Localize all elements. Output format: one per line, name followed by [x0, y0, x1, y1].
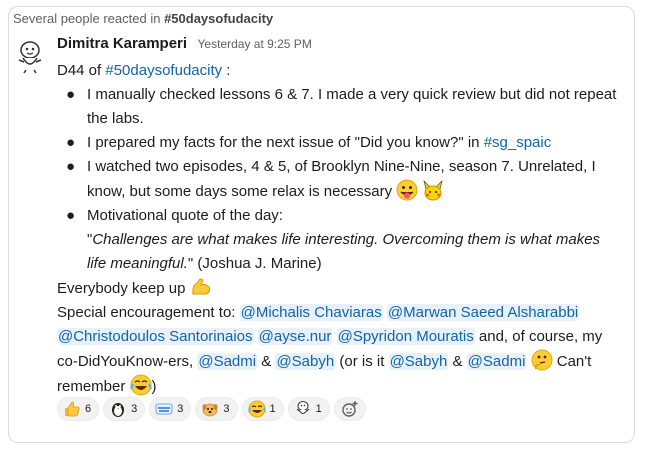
- context-channel-link[interactable]: #50daysofudacity: [164, 11, 273, 26]
- thinking-face-icon: [531, 349, 553, 371]
- bullet-dot: ●: [66, 134, 76, 151]
- avatar[interactable]: [15, 40, 45, 74]
- penguin-icon: [112, 403, 125, 417]
- reactions-bar: 6 3 3 3 1 1: [57, 397, 366, 421]
- dog-icon: [202, 403, 218, 417]
- context-prefix: Several people reacted in: [13, 11, 161, 26]
- mention-ayse[interactable]: @ayse.nur: [257, 328, 333, 345]
- mention-christodoulos[interactable]: @Christodoulos Santorinaios: [57, 328, 254, 345]
- bullet-dot: ●: [66, 207, 76, 224]
- mention-sabyh[interactable]: @Sabyh: [275, 353, 336, 370]
- add-reaction-button[interactable]: [333, 397, 366, 421]
- author-name[interactable]: Dimitra Karamperi: [57, 35, 187, 52]
- bullet-dot: ●: [66, 158, 76, 175]
- mention-michalis[interactable]: @Michalis Chaviaras: [239, 304, 383, 321]
- tongue-face-icon: [396, 179, 418, 201]
- reaction-thank-you[interactable]: 3: [149, 397, 192, 421]
- waving-figure-icon: [296, 401, 309, 414]
- flexed-biceps-icon: [191, 278, 210, 295]
- thank-you-icon: [155, 403, 173, 415]
- reaction-waving-figure[interactable]: 1: [287, 397, 330, 421]
- reaction-joy[interactable]: 1: [241, 397, 284, 421]
- channel-link-sg-spaic[interactable]: #sg_spaic: [484, 134, 552, 151]
- pikachu-icon: [423, 180, 444, 201]
- quote-text: Challenges are what makes life interesti…: [87, 231, 601, 272]
- bullet-list: ● I manually checked lessons 6 & 7. I ma…: [57, 83, 617, 276]
- bullet-dot: ●: [66, 86, 76, 103]
- message-header: Dimitra Karamperi Yesterday at 9:25 PM: [57, 35, 312, 53]
- timestamp[interactable]: Yesterday at 9:25 PM: [198, 37, 312, 51]
- list-item: ● I manually checked lessons 6 & 7. I ma…: [57, 83, 617, 131]
- keep-up-line: Everybody keep up: [57, 276, 617, 301]
- intro-line: D44 of #50daysofudacity :: [57, 62, 231, 79]
- joy-icon: [129, 374, 152, 396]
- mention-sabyh-2[interactable]: @Sabyh: [388, 353, 449, 370]
- channel-link[interactable]: #50daysofudacity: [105, 62, 222, 79]
- quote-attribution: (Joshua J. Marine): [193, 255, 322, 272]
- mention-sadmi-2[interactable]: @Sadmi: [466, 353, 527, 370]
- message-body: D44 of #50daysofudacity : ● I manually c…: [57, 59, 617, 399]
- thumbs-up-icon: [65, 401, 80, 417]
- add-reaction-icon: [342, 401, 358, 417]
- joy-icon: [247, 400, 266, 418]
- reaction-context: Several people reacted in #50daysofudaci…: [13, 11, 273, 26]
- special-encouragement: Special encouragement to: @Michalis Chav…: [57, 304, 603, 396]
- reaction-dog[interactable]: 3: [195, 397, 238, 421]
- mention-marwan[interactable]: @Marwan Saeed Alsharabbi: [386, 304, 580, 321]
- reaction-thumbs-up[interactable]: 6: [57, 397, 100, 421]
- list-item: ● Motivational quote of the day: "Challe…: [57, 204, 617, 276]
- mention-spyridon[interactable]: @Spyridon Mouratis: [336, 328, 475, 345]
- list-item: ● I prepared my facts for the next issue…: [57, 131, 617, 155]
- reaction-penguin[interactable]: 3: [103, 397, 146, 421]
- mention-sadmi[interactable]: @Sadmi: [197, 353, 258, 370]
- list-item: ● I watched two episodes, 4 & 5, of Broo…: [57, 155, 617, 204]
